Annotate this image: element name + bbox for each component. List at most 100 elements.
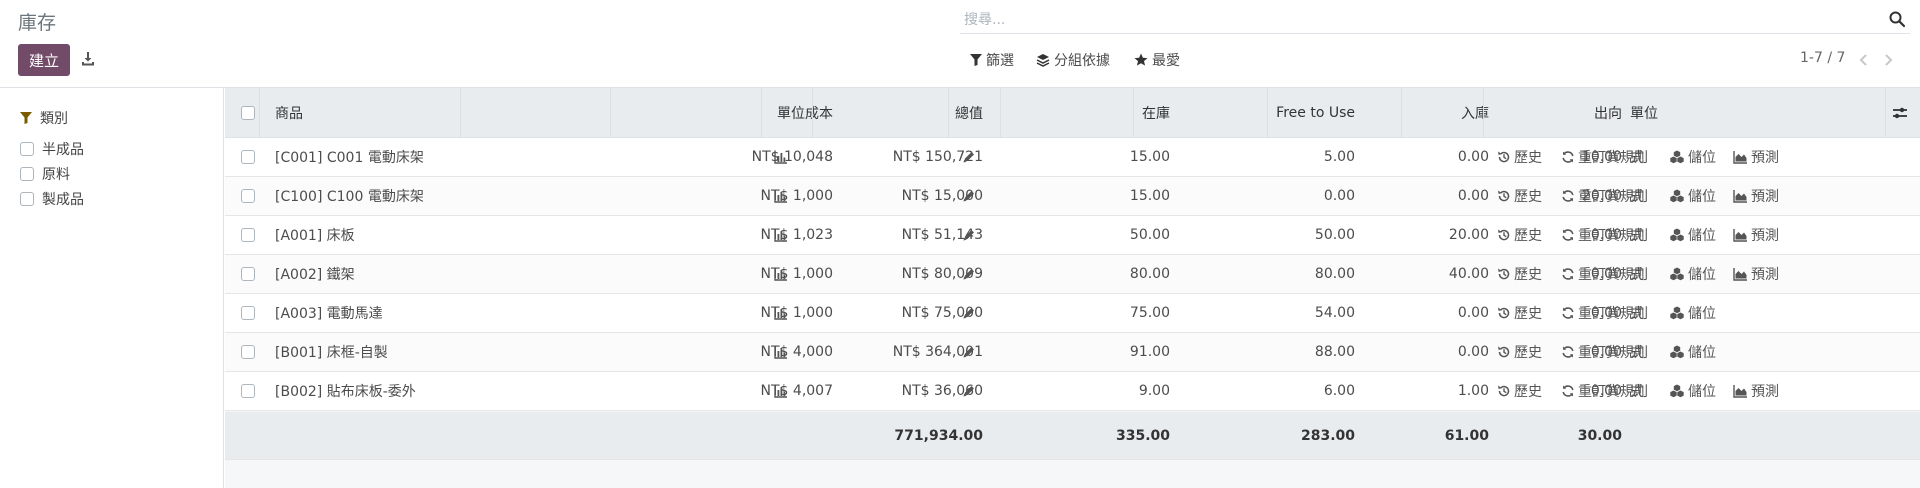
search-icon[interactable] xyxy=(1888,10,1906,28)
locations-button-label: 儲位 xyxy=(1688,267,1716,283)
chevron-left-icon[interactable] xyxy=(1856,50,1872,70)
favorites-button[interactable]: 最愛 xyxy=(1134,50,1180,70)
locations-button[interactable]: 儲位 xyxy=(1669,333,1716,371)
history-icon xyxy=(1497,189,1511,203)
row-checkbox[interactable] xyxy=(241,345,255,359)
bar-chart-icon[interactable] xyxy=(774,138,788,176)
column-unit-cost[interactable]: 單位成本 xyxy=(465,88,833,137)
pencil-icon[interactable] xyxy=(962,255,976,293)
forecast-button[interactable]: 預測 xyxy=(1733,177,1779,215)
create-button[interactable]: 建立 xyxy=(18,44,70,76)
column-free-to-use[interactable]: Free to Use xyxy=(1225,88,1355,137)
row-checkbox[interactable] xyxy=(241,384,255,398)
control-panel: 庫存 建立 篩選 分組依據 最愛 1-7 / 7 xyxy=(0,0,1920,88)
download-icon[interactable] xyxy=(80,50,96,66)
history-button[interactable]: 歷史 xyxy=(1497,372,1542,410)
pencil-icon[interactable] xyxy=(962,294,976,332)
row-checkbox[interactable] xyxy=(241,150,255,164)
bar-chart-icon[interactable] xyxy=(774,177,788,215)
category-item[interactable]: 半成品 xyxy=(20,139,84,159)
history-button[interactable]: 歷史 xyxy=(1497,255,1542,293)
chevron-right-icon[interactable] xyxy=(1880,50,1896,70)
reorder-rules-button[interactable]: 重訂貨規則 xyxy=(1561,294,1648,332)
forecast-button-label: 預測 xyxy=(1751,267,1779,283)
table-row[interactable]: [A003] 電動馬達 NT$ 1,000 NT$ 75,000 75.00 54.00… xyxy=(225,294,1920,333)
free-to-use-sum: 283.00 xyxy=(1300,427,1355,444)
total-value: NT$ 15,000 xyxy=(901,188,983,204)
category-item[interactable]: 製成品 xyxy=(20,189,84,209)
history-icon xyxy=(1497,345,1511,359)
locations-button[interactable]: 儲位 xyxy=(1669,372,1716,410)
pager-value[interactable]: 1-7 / 7 xyxy=(1800,50,1845,66)
table-row[interactable]: [B001] 床框-自製 NT$ 4,000 NT$ 364,001 91.00 88.… xyxy=(225,333,1920,372)
table-row[interactable]: [B002] 貼布床板-委外 NT$ 4,007 NT$ 36,060 9.00 6.0… xyxy=(225,372,1920,411)
history-button[interactable]: 歷史 xyxy=(1497,138,1542,176)
history-button-label: 歷史 xyxy=(1514,228,1542,244)
reorder-rules-button[interactable]: 重訂貨規則 xyxy=(1561,216,1648,254)
incoming-qty: 0.00 xyxy=(1457,149,1489,165)
row-checkbox[interactable] xyxy=(241,306,255,320)
pencil-icon[interactable] xyxy=(962,333,976,371)
table-footer: 771,934.00 335.00 283.00 61.00 30.00 xyxy=(225,412,1920,460)
locations-button[interactable]: 儲位 xyxy=(1669,138,1716,176)
forecast-button[interactable]: 預測 xyxy=(1733,216,1779,254)
column-outgoing[interactable]: 出向 xyxy=(1495,88,1622,137)
row-checkbox[interactable] xyxy=(241,228,255,242)
search-input[interactable] xyxy=(964,10,1844,30)
column-on-hand[interactable]: 在庫 xyxy=(985,88,1170,137)
column-incoming[interactable]: 入庫 xyxy=(1355,88,1489,137)
column-uom[interactable]: 單位 xyxy=(1630,88,1658,137)
forecast-button[interactable]: 預測 xyxy=(1733,255,1779,293)
locations-button[interactable]: 儲位 xyxy=(1669,177,1716,215)
reorder-rules-button[interactable]: 重訂貨規則 xyxy=(1561,138,1648,176)
bar-chart-icon[interactable] xyxy=(774,372,788,410)
on-hand-qty: 15.00 xyxy=(1129,149,1170,165)
product-name: [A002] 鐵架 xyxy=(275,267,355,283)
refresh-icon xyxy=(1561,267,1575,281)
pencil-icon[interactable] xyxy=(962,216,976,254)
product-name: [B001] 床框-自製 xyxy=(275,345,388,361)
category-checkbox[interactable] xyxy=(20,192,34,206)
reorder-rules-button[interactable]: 重訂貨規則 xyxy=(1561,333,1648,371)
history-button[interactable]: 歷史 xyxy=(1497,216,1542,254)
table-row[interactable]: [C100] C100 電動床架 NT$ 1,000 NT$ 15,000 15.00… xyxy=(225,177,1920,216)
forecast-button[interactable]: 預測 xyxy=(1733,372,1779,410)
category-item[interactable]: 原料 xyxy=(20,164,70,184)
table-row[interactable]: [A001] 床板 NT$ 1,023 NT$ 51,143 50.00 50.00 20… xyxy=(225,216,1920,255)
filter-button[interactable]: 篩選 xyxy=(970,50,1014,70)
row-checkbox[interactable] xyxy=(241,189,255,203)
bar-chart-icon[interactable] xyxy=(774,255,788,293)
column-product[interactable]: 商品 xyxy=(275,88,303,137)
column-total-value[interactable]: 總值 xyxy=(825,88,983,137)
pencil-icon[interactable] xyxy=(962,138,976,176)
locations-button[interactable]: 儲位 xyxy=(1669,216,1716,254)
history-button[interactable]: 歷史 xyxy=(1497,294,1542,332)
category-checkbox[interactable] xyxy=(20,142,34,156)
groupby-button[interactable]: 分組依據 xyxy=(1036,50,1110,70)
reorder-rules-button[interactable]: 重訂貨規則 xyxy=(1561,177,1648,215)
reorder-rules-button[interactable]: 重訂貨規則 xyxy=(1561,372,1648,410)
pencil-icon[interactable] xyxy=(962,372,976,410)
history-button[interactable]: 歷史 xyxy=(1497,333,1542,371)
category-label: 半成品 xyxy=(42,142,84,158)
bar-chart-icon[interactable] xyxy=(774,294,788,332)
bar-chart-icon[interactable] xyxy=(774,216,788,254)
forecast-button[interactable]: 預測 xyxy=(1733,138,1779,176)
select-all-checkbox[interactable] xyxy=(241,105,255,120)
total-value: NT$ 51,143 xyxy=(901,227,983,243)
table-row[interactable]: [C001] C001 電動床架 NT$ 10,048 NT$ 150,721 15.… xyxy=(225,138,1920,177)
pencil-icon[interactable] xyxy=(962,177,976,215)
cubes-icon xyxy=(1669,228,1685,242)
locations-button[interactable]: 儲位 xyxy=(1669,255,1716,293)
on-hand-qty: 50.00 xyxy=(1129,227,1170,243)
row-checkbox[interactable] xyxy=(241,267,255,281)
locations-button-label: 儲位 xyxy=(1688,345,1716,361)
optional-columns-icon[interactable] xyxy=(1891,104,1909,122)
locations-button[interactable]: 儲位 xyxy=(1669,294,1716,332)
column-divider xyxy=(1483,88,1484,138)
bar-chart-icon[interactable] xyxy=(774,333,788,371)
category-checkbox[interactable] xyxy=(20,167,34,181)
reorder-rules-button[interactable]: 重訂貨規則 xyxy=(1561,255,1648,293)
history-button[interactable]: 歷史 xyxy=(1497,177,1542,215)
table-row[interactable]: [A002] 鐵架 NT$ 1,000 NT$ 80,009 80.00 80.00 40… xyxy=(225,255,1920,294)
